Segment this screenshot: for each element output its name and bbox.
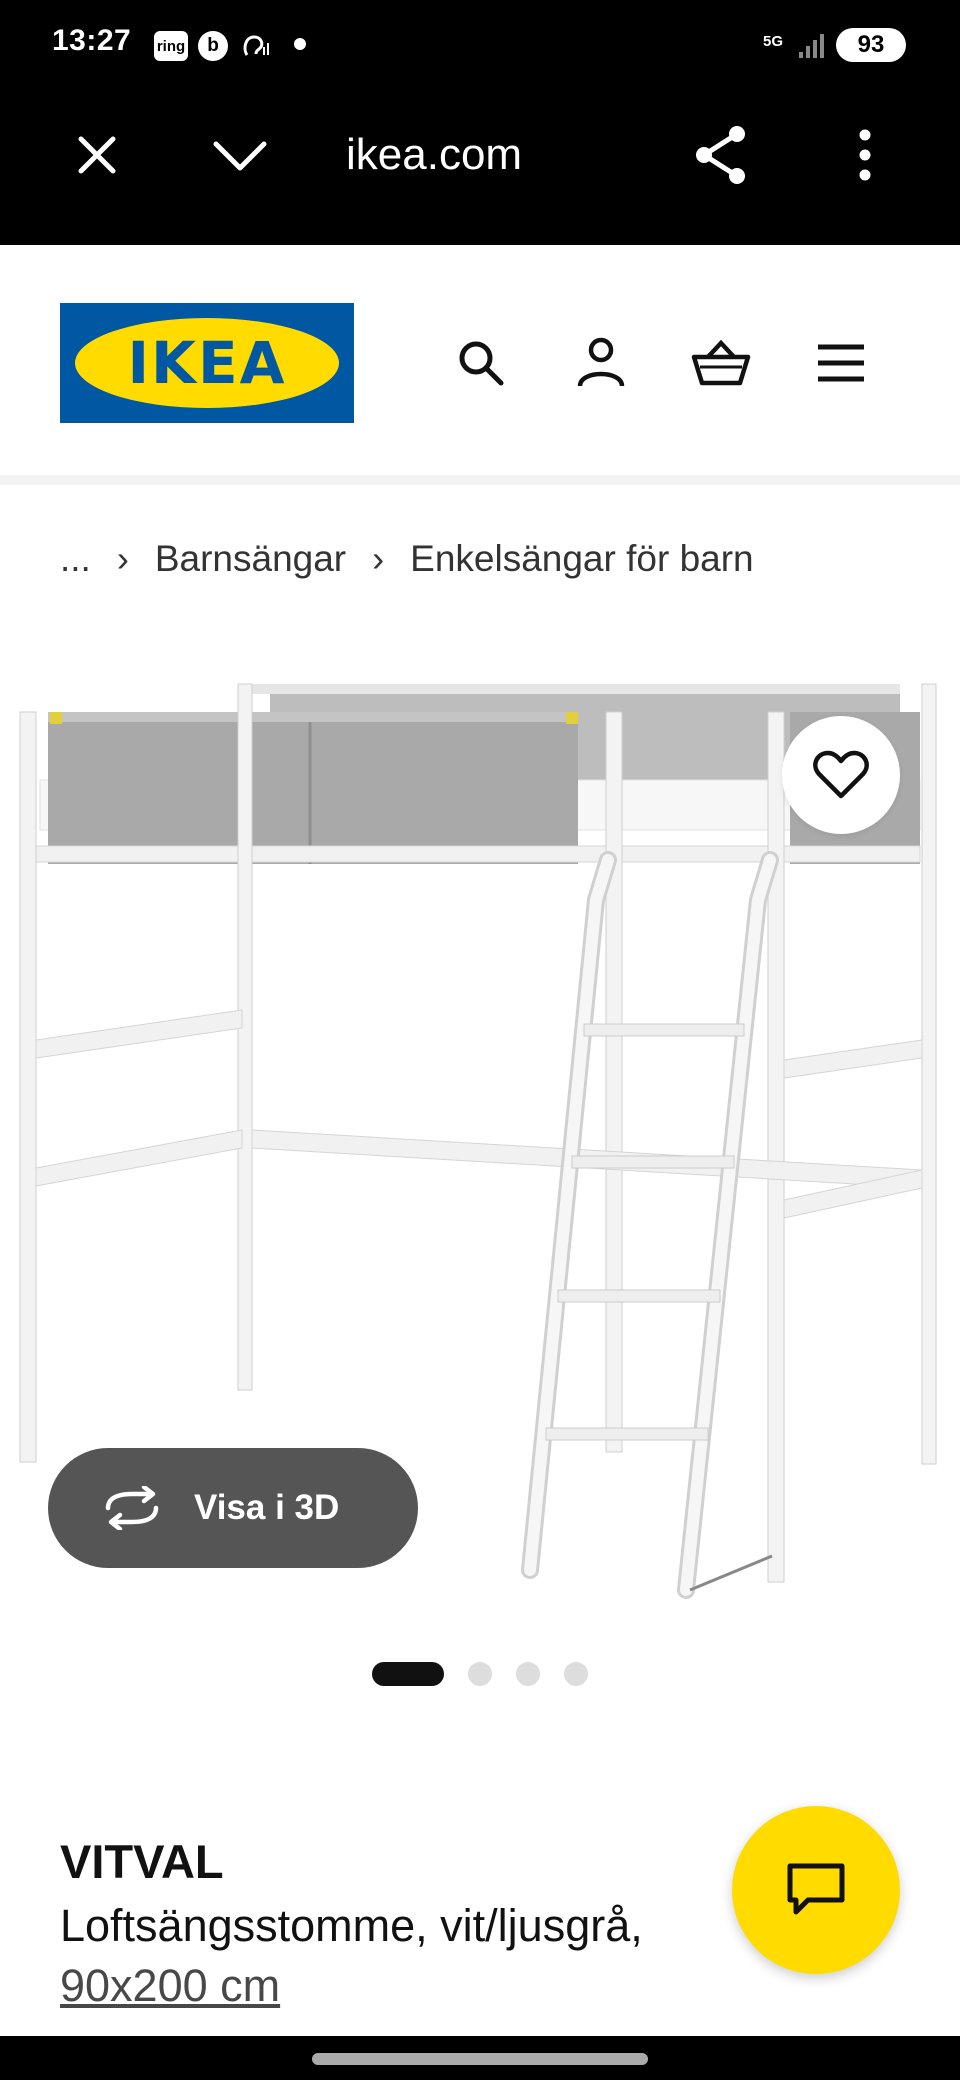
image-pagination	[372, 1662, 612, 1686]
product-description: Loftsängsstomme, vit/ljusgrå,	[60, 1900, 643, 1951]
product-name: VITVAL	[60, 1835, 224, 1888]
pagination-dot-2[interactable]	[468, 1662, 492, 1686]
browser-toolbar: ikea.com	[0, 90, 960, 245]
url-field[interactable]: ikea.com	[346, 130, 646, 180]
breadcrumb-item-enkelsangar[interactable]: Enkelsängar för barn	[410, 538, 753, 580]
network-5g-icon: 5G	[762, 32, 783, 50]
site-header: IKEA	[0, 245, 960, 485]
battery-icon: 93	[836, 28, 906, 62]
breadcrumb-ellipsis[interactable]: ...	[60, 538, 91, 580]
pagination-dot-1[interactable]	[372, 1662, 444, 1686]
chat-icon	[787, 1863, 845, 1915]
cart-icon[interactable]	[688, 330, 754, 396]
chevron-down-icon[interactable]	[205, 120, 275, 190]
chevron-right-icon: ›	[116, 538, 129, 579]
breadcrumb: ... › Barnsängar › Enkelsängar för barn	[60, 535, 754, 583]
status-time: 13:27	[52, 24, 132, 57]
share-icon[interactable]	[686, 120, 756, 190]
chat-button[interactable]	[732, 1806, 900, 1974]
system-nav-bar	[0, 2036, 960, 2080]
view-3d-button[interactable]: Visa i 3D	[48, 1448, 418, 1568]
hearing-icon	[236, 31, 272, 61]
heart-icon	[813, 750, 869, 799]
ring-app-icon: ring	[154, 31, 188, 61]
rotate-3d-icon	[100, 1486, 164, 1530]
product-size-link[interactable]: 90x200 cm	[60, 1956, 280, 2016]
notification-dot-icon	[294, 38, 306, 50]
status-bar: 13:27 ring b 5G 93	[0, 0, 960, 90]
home-gesture-handle[interactable]	[312, 2053, 648, 2065]
logo-text: IKEA	[75, 318, 339, 408]
b-app-icon: b	[198, 31, 228, 61]
breadcrumb-item-barnsangar[interactable]: Barnsängar	[155, 538, 346, 580]
user-icon[interactable]	[568, 330, 634, 396]
ikea-logo[interactable]: IKEA	[60, 303, 354, 423]
pagination-dot-4[interactable]	[564, 1662, 588, 1686]
close-icon[interactable]	[62, 120, 132, 190]
favorite-button[interactable]	[782, 716, 900, 834]
signal-icon	[796, 31, 826, 61]
chevron-right-icon: ›	[372, 538, 385, 579]
more-vertical-icon[interactable]	[830, 120, 900, 190]
search-icon[interactable]	[448, 330, 514, 396]
view-3d-label: Visa i 3D	[194, 1488, 340, 1527]
menu-icon[interactable]	[808, 330, 874, 396]
pagination-dot-3[interactable]	[516, 1662, 540, 1686]
